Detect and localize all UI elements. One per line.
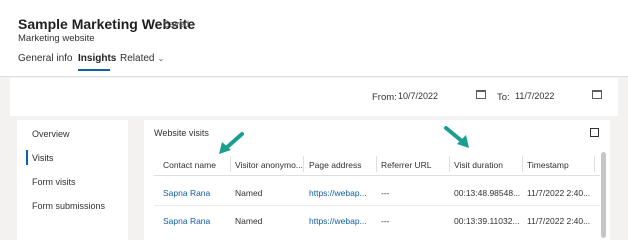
callout-arrow-icon	[444, 126, 469, 148]
visit-duration-cell: 00:13:39.11032...	[454, 216, 520, 226]
visitor-anonymity-cell: Named	[235, 216, 263, 226]
vertical-scrollbar[interactable]	[601, 152, 606, 238]
to-date-input[interactable]: 11/7/2022	[515, 91, 554, 101]
column-divider	[594, 156, 595, 172]
grid-settings-icon[interactable]	[590, 128, 599, 137]
page-address-link[interactable]: https://webap...	[309, 188, 367, 198]
record-header: Sample Marketing Website - Saved Marketi…	[0, 0, 628, 76]
tab-general-info[interactable]: General info	[18, 53, 72, 64]
row-divider	[154, 205, 600, 206]
nav-item-overview[interactable]: Overview	[32, 129, 70, 139]
to-label: To:	[497, 92, 510, 103]
save-status: - Saved	[158, 19, 190, 29]
nav-item-form-submissions[interactable]: Form submissions	[32, 201, 105, 211]
visit-duration-cell: 00:13:48.98548...	[454, 188, 521, 198]
contact-name-link[interactable]: Sapna Rana	[163, 216, 210, 226]
nav-active-indicator	[26, 150, 28, 165]
contact-name-link[interactable]: Sapna Rana	[163, 188, 210, 198]
column-divider	[230, 156, 231, 172]
record-subtitle: Marketing website	[18, 33, 95, 44]
column-divider	[376, 156, 377, 172]
column-header-referrer-url[interactable]: Referrer URL	[381, 160, 432, 170]
visitor-anonymity-cell: Named	[235, 188, 263, 198]
calendar-icon[interactable]	[476, 90, 486, 99]
tab-insights[interactable]: Insights	[78, 53, 116, 64]
from-label: From:	[372, 92, 397, 103]
website-visits-title: Website visits	[154, 128, 209, 138]
callout-arrow-icon	[219, 132, 244, 154]
referrer-url-cell: ---	[381, 188, 390, 198]
tab-related-label: Related	[120, 53, 155, 64]
column-divider	[522, 156, 523, 172]
nav-item-visits[interactable]: Visits	[32, 153, 53, 163]
active-tab-indicator	[78, 69, 110, 71]
column-header-timestamp[interactable]: Timestamp	[527, 160, 569, 170]
column-header-visit-duration[interactable]: Visit duration	[454, 160, 503, 170]
column-header-visitor-anonymous[interactable]: Visitor anonymo...	[235, 160, 303, 170]
column-divider	[303, 156, 304, 172]
nav-item-form-visits[interactable]: Form visits	[32, 177, 76, 187]
timestamp-cell: 11/7/2022 2:40...	[527, 216, 591, 226]
header-divider	[154, 175, 600, 176]
page-address-link[interactable]: https://webap...	[309, 216, 367, 226]
timestamp-cell: 11/7/2022 2:40...	[527, 188, 591, 198]
chevron-down-icon: ⌄	[157, 54, 165, 63]
referrer-url-cell: ---	[381, 216, 390, 226]
column-header-page-address[interactable]: Page address	[309, 160, 361, 170]
app-window: Sample Marketing Website - Saved Marketi…	[0, 0, 628, 240]
tab-related[interactable]: Related ⌄	[120, 53, 164, 64]
calendar-icon[interactable]	[592, 90, 602, 99]
column-header-contact-name[interactable]: Contact name	[163, 160, 216, 170]
column-divider	[449, 156, 450, 172]
from-date-input[interactable]: 10/7/2022	[398, 91, 438, 101]
